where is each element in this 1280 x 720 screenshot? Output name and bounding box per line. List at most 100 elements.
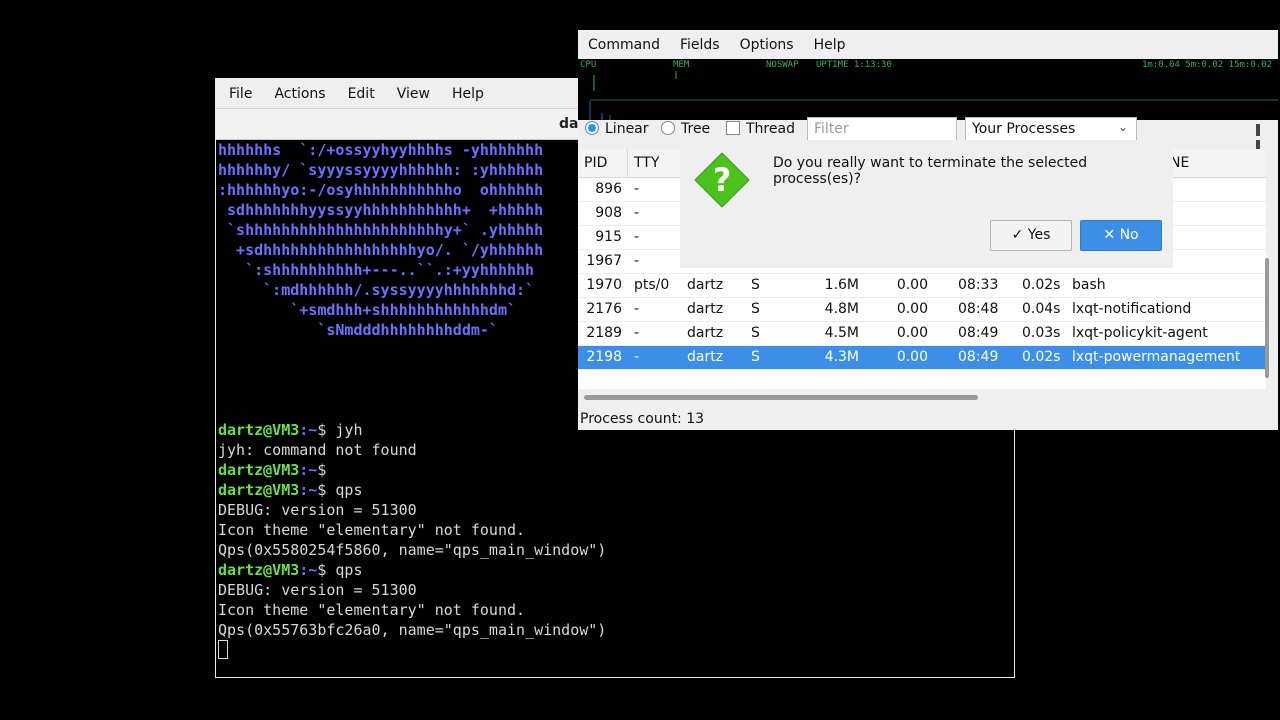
cell-pid: 1970 <box>586 277 622 293</box>
cell-stat: S <box>751 301 760 317</box>
svg-text:?: ? <box>713 161 732 199</box>
confirm-dialog: ? Do you really want to terminate the se… <box>680 140 1173 268</box>
cell-cmd: lxqt-powermanagement <box>1072 349 1241 365</box>
cell-cmd: bash <box>1072 277 1106 293</box>
cell-pid: 2198 <box>586 349 622 365</box>
cell-time: 0.02s <box>1022 349 1061 365</box>
cell-mem: 4.8M <box>824 301 859 317</box>
prompt-user: dartz@VM3 <box>218 461 300 479</box>
table-row[interactable]: 1970 pts/0 dartz S 1.6M 0.00 08:33 0.02s bash <box>578 274 1266 298</box>
prompt-line: dartz@VM3:~$ qps <box>218 560 1014 580</box>
cell-tty: - <box>634 205 640 221</box>
horizontal-scrollbar[interactable] <box>584 395 978 400</box>
table-row[interactable]: 2198- dartz S 4.3M 0.00 08:49 0.02s lxqt-powerm… <box>578 346 1266 370</box>
yes-button[interactable]: ✓ Yes <box>990 220 1072 251</box>
prompt-user: dartz@VM3 <box>218 481 300 499</box>
cell-cpu: 0.00 <box>896 349 928 365</box>
cell-time: 0.03s <box>1022 325 1061 341</box>
output-line: Qps(0x5580254f5860, name="qps_main_windo… <box>218 541 607 559</box>
pause-icon[interactable] <box>1256 124 1268 152</box>
col-pid[interactable]: PID <box>584 155 607 171</box>
menu-actions[interactable]: Actions <box>263 86 336 102</box>
cpu-label: CPU <box>580 60 597 70</box>
cell-start: 08:33 <box>958 277 999 293</box>
scope-value: Your Processes <box>972 121 1076 137</box>
close-icon: ✕ <box>1103 227 1116 243</box>
question-icon: ? <box>694 152 750 208</box>
menu-command[interactable]: Command <box>578 37 670 53</box>
prompt-user: dartz@VM3 <box>218 421 300 439</box>
cell-tty: pts/0 <box>634 277 670 293</box>
col-tty[interactable]: TTY <box>634 155 659 171</box>
cell-stat: S <box>751 325 760 341</box>
no-label: No <box>1119 227 1139 243</box>
cpu-graph <box>589 71 1278 120</box>
check-icon: ✓ <box>1011 227 1024 243</box>
thread-label: Thread <box>746 121 795 137</box>
linear-label: Linear <box>605 121 649 137</box>
qps-menubar: Command Fields Options Help <box>578 30 1278 59</box>
cell-pid: 1967 <box>586 253 622 269</box>
menu-view[interactable]: View <box>386 86 441 102</box>
cell-start: 08:48 <box>958 301 999 317</box>
menu-options[interactable]: Options <box>730 37 804 53</box>
menu-file[interactable]: File <box>218 86 263 102</box>
cell-start: 08:49 <box>958 325 999 341</box>
cell-mem: 4.3M <box>824 349 859 365</box>
cell-cmd: lxqt-notificationd <box>1072 301 1192 317</box>
menu-help[interactable]: Help <box>441 86 495 102</box>
cell-cpu: 0.00 <box>896 301 928 317</box>
cell-pid: 2176 <box>586 301 622 317</box>
prompt-command: $ <box>317 461 327 479</box>
cell-tty: - <box>634 229 640 245</box>
cell-time: 0.04s <box>1022 301 1061 317</box>
cell-mem: 1.6M <box>824 277 859 293</box>
cell-mem: 4.5M <box>824 325 859 341</box>
tree-option[interactable]: Tree <box>661 121 710 137</box>
swap-label: NOSWAP <box>766 60 799 70</box>
cell-pid: 896 <box>595 181 622 197</box>
uptime-label: UPTIME 1:13:30 <box>816 60 892 70</box>
output-line: Icon theme "elementary" not found. <box>218 601 526 619</box>
cell-cpu: 0.00 <box>896 277 928 293</box>
prompt-path: :~ <box>299 421 318 439</box>
prompt-path: :~ <box>299 561 318 579</box>
prompt-line: dartz@VM3:~$ <box>218 460 1014 480</box>
tree-label: Tree <box>681 121 711 137</box>
prompt-user: dartz@VM3 <box>218 561 300 579</box>
prompt-path: :~ <box>299 481 318 499</box>
thread-checkbox[interactable]: Thread <box>726 121 795 137</box>
cell-cmd: lxqt-policykit-agent <box>1072 325 1208 341</box>
table-row[interactable]: 2189- dartz S 4.5M 0.00 08:49 0.03s lxqt-policy… <box>578 322 1266 346</box>
prompt-line: dartz@VM3:~$ qps <box>218 480 1014 500</box>
no-button[interactable]: ✕ No <box>1080 220 1162 251</box>
linear-option[interactable]: Linear <box>585 121 649 137</box>
cell-pid: 915 <box>595 229 622 245</box>
resource-graphs: CPU MEM NOSWAP UPTIME 1:13:30 1m:0.04 5m… <box>578 59 1278 120</box>
process-scope-select[interactable]: Your Processes ⌄ <box>965 117 1137 141</box>
output-line: jyh: command not found <box>218 441 417 459</box>
vertical-scrollbar[interactable] <box>1265 258 1269 378</box>
cell-user: dartz <box>687 301 724 317</box>
cell-stat: S <box>751 277 760 293</box>
filter-input[interactable]: Filter <box>807 117 957 141</box>
cell-stat: S <box>751 349 760 365</box>
yes-label: Yes <box>1027 227 1051 243</box>
status-bar: Process count: 13 <box>580 411 705 427</box>
table-row[interactable]: 2176- dartz S 4.8M 0.00 08:48 0.04s lxqt-notifi… <box>578 298 1266 322</box>
menu-fields[interactable]: Fields <box>670 37 730 53</box>
dialog-message: Do you really want to terminate the sele… <box>773 155 1088 187</box>
cell-cpu: 0.00 <box>896 325 928 341</box>
menu-help[interactable]: Help <box>804 37 856 53</box>
output-line: DEBUG: version = 51300 <box>218 501 417 519</box>
menu-edit[interactable]: Edit <box>337 86 386 102</box>
cell-tty: - <box>634 325 640 341</box>
cell-start: 08:49 <box>958 349 999 365</box>
chevron-down-icon: ⌄ <box>1117 120 1128 134</box>
cell-user: dartz <box>687 349 724 365</box>
cursor-line <box>218 640 1014 661</box>
cell-user: dartz <box>687 325 724 341</box>
mem-label: MEM <box>673 60 690 70</box>
prompt-command: $ qps <box>317 481 363 499</box>
cell-user: dartz <box>687 277 724 293</box>
